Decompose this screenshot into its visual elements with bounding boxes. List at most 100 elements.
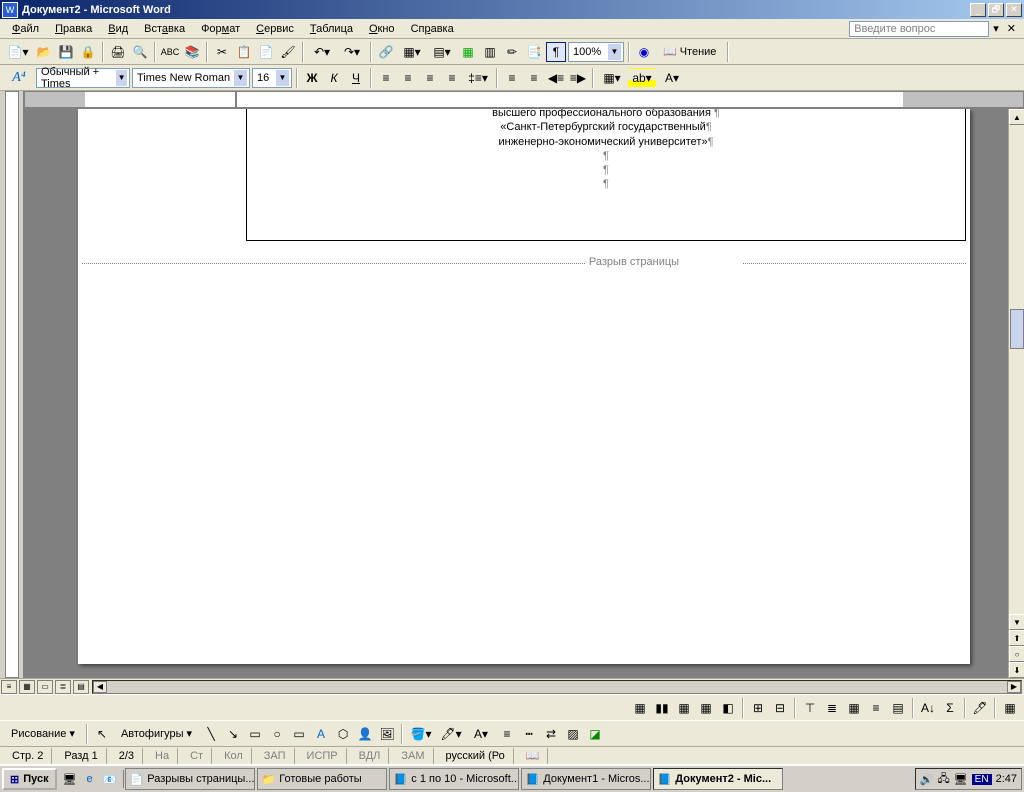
shadow-button[interactable]: ▨ [563, 724, 583, 744]
bold-button[interactable]: Ж [302, 68, 322, 88]
taskbar-item[interactable]: 📄 Разрывы страницы... [125, 768, 255, 790]
drawing-menu[interactable]: Рисование ▾ [4, 724, 82, 744]
docmap-button[interactable]: 📑 [524, 42, 544, 62]
cut-button[interactable]: ✂ [212, 42, 232, 62]
tool-button[interactable]: 🖊 [970, 698, 990, 718]
line-style-button[interactable]: ≡ [497, 724, 517, 744]
tool-button[interactable]: ⊟ [770, 698, 790, 718]
italic-button[interactable]: К [324, 68, 344, 88]
increase-indent-button[interactable]: ≡▶ [568, 68, 588, 88]
zoom-combo[interactable]: 100%▼ [568, 42, 624, 62]
research-button[interactable]: 📚 [182, 42, 202, 62]
tables-borders-button[interactable]: ▦▾ [398, 42, 426, 62]
menu-file[interactable]: Файл [4, 21, 47, 37]
wordart-button[interactable]: A [311, 724, 331, 744]
text-frame[interactable]: высшего профессионального образования ¶ … [246, 109, 966, 241]
font-combo[interactable]: Times New Roman▼ [132, 68, 250, 88]
document-viewport[interactable]: высшего профессионального образования ¶ … [24, 109, 1024, 678]
show-marks-button[interactable]: ¶ [546, 42, 566, 62]
status-lang[interactable]: русский (Ро [438, 748, 514, 764]
underline-button[interactable]: Ч [346, 68, 366, 88]
taskbar-item[interactable]: 📘 Документ1 - Micros... [521, 768, 651, 790]
menu-help[interactable]: Справка [403, 21, 462, 37]
tray-icon[interactable]: 🔊 [920, 773, 934, 786]
highlight-button[interactable]: ab▾ [628, 68, 656, 88]
scroll-up-button[interactable]: ▲ [1009, 109, 1024, 125]
prev-page-button[interactable]: ⬆ [1009, 630, 1024, 646]
status-spell-icon[interactable]: 📖 [518, 748, 549, 764]
menu-view[interactable]: Вид [100, 21, 136, 37]
tool-button[interactable]: ▦ [696, 698, 716, 718]
hyperlink-button[interactable]: 🔗 [376, 42, 396, 62]
status-rec[interactable]: ЗАП [256, 748, 295, 764]
print-button[interactable]: 🖨 [108, 42, 128, 62]
status-trk[interactable]: ИСПР [299, 748, 347, 764]
tool-button[interactable]: ▦ [844, 698, 864, 718]
ie-icon[interactable]: e [81, 770, 99, 788]
new-doc-button[interactable]: 📄▾ [4, 42, 32, 62]
menu-insert[interactable]: Вставка [136, 21, 193, 37]
restore-button[interactable]: 🗗 [988, 3, 1004, 17]
align-center-button[interactable]: ≡ [398, 68, 418, 88]
outline-view-button[interactable]: ≣ [55, 680, 71, 694]
bullets-button[interactable]: ≡ [524, 68, 544, 88]
line-spacing-button[interactable]: ‡≡▾ [464, 68, 492, 88]
read-mode-button[interactable]: 📖 Чтение [656, 42, 723, 62]
desktop-icon[interactable]: 🖥 [61, 770, 79, 788]
permissions-button[interactable]: 🔒 [78, 42, 98, 62]
align-left-button[interactable]: ≡ [376, 68, 396, 88]
borders-button[interactable]: ▦▾ [598, 68, 626, 88]
taskbar-item[interactable]: 📘 с 1 по 10 - Microsoft... [389, 768, 519, 790]
columns-button[interactable]: ▥ [480, 42, 500, 62]
horizontal-ruler[interactable] [24, 91, 1024, 109]
autoshapes-menu[interactable]: Автофигуры ▾ [114, 724, 199, 744]
rectangle-tool-button[interactable]: ▭ [245, 724, 265, 744]
tool-button[interactable]: ≣ [822, 698, 842, 718]
diagram-button[interactable]: ⬡ [333, 724, 353, 744]
taskbar-item[interactable]: 📁 Готовые работы [257, 768, 387, 790]
font-color-button[interactable]: A▾ [658, 68, 686, 88]
3d-button[interactable]: ◪ [585, 724, 605, 744]
outlook-icon[interactable]: 📧 [101, 770, 119, 788]
clipart-button[interactable]: 👤 [355, 724, 375, 744]
tool-button[interactable]: ▦ [630, 698, 650, 718]
reading-view-button[interactable]: ▤ [73, 680, 89, 694]
tray-icon[interactable]: 🖧 [937, 770, 949, 789]
minimize-button[interactable]: _ [970, 3, 986, 17]
horizontal-scrollbar[interactable]: ◀ ▶ [92, 680, 1022, 694]
open-button[interactable]: 📂 [34, 42, 54, 62]
arrow-style-button[interactable]: ⇄ [541, 724, 561, 744]
spellcheck-button[interactable]: ABC [160, 42, 180, 62]
fill-color-button[interactable]: 🪣▾ [407, 724, 435, 744]
status-ext[interactable]: ВДЛ [351, 748, 390, 764]
tool-button[interactable]: ◧ [718, 698, 738, 718]
save-button[interactable]: 💾 [56, 42, 76, 62]
vertical-ruler[interactable] [0, 91, 24, 678]
font-color-draw-button[interactable]: A▾ [467, 724, 495, 744]
tool-button[interactable]: ⊞ [748, 698, 768, 718]
tool-button[interactable]: ▦ [1000, 698, 1020, 718]
browse-object-button[interactable]: ○ [1009, 646, 1024, 662]
clock[interactable]: 2:47 [996, 773, 1017, 785]
menu-window[interactable]: Окно [361, 21, 403, 37]
doc-close-button[interactable]: ✕ [1003, 22, 1020, 35]
justify-button[interactable]: ≡ [442, 68, 462, 88]
oval-tool-button[interactable]: ○ [267, 724, 287, 744]
style-combo[interactable]: Обычный + Times▼ [36, 68, 130, 88]
drawing-toggle-button[interactable]: ✏ [502, 42, 522, 62]
scroll-left-button[interactable]: ◀ [93, 681, 107, 693]
undo-button[interactable]: ↶▾ [308, 42, 336, 62]
numbering-button[interactable]: ≡ [502, 68, 522, 88]
taskbar-item-active[interactable]: 📘 Документ2 - Mic... [653, 768, 783, 790]
tool-button[interactable]: ≡ [866, 698, 886, 718]
select-objects-button[interactable]: ↖ [92, 724, 112, 744]
status-ovr[interactable]: ЗАМ [393, 748, 433, 764]
tool-button[interactable]: ▦ [674, 698, 694, 718]
font-size-combo[interactable]: 16▼ [252, 68, 292, 88]
format-painter-button[interactable]: 🖌 [278, 42, 298, 62]
line-tool-button[interactable]: ╲ [201, 724, 221, 744]
menu-format[interactable]: Формат [193, 21, 248, 37]
keyboard-lang[interactable]: EN [972, 774, 992, 785]
next-page-button[interactable]: ⬇ [1009, 662, 1024, 678]
redo-button[interactable]: ↷▾ [338, 42, 366, 62]
